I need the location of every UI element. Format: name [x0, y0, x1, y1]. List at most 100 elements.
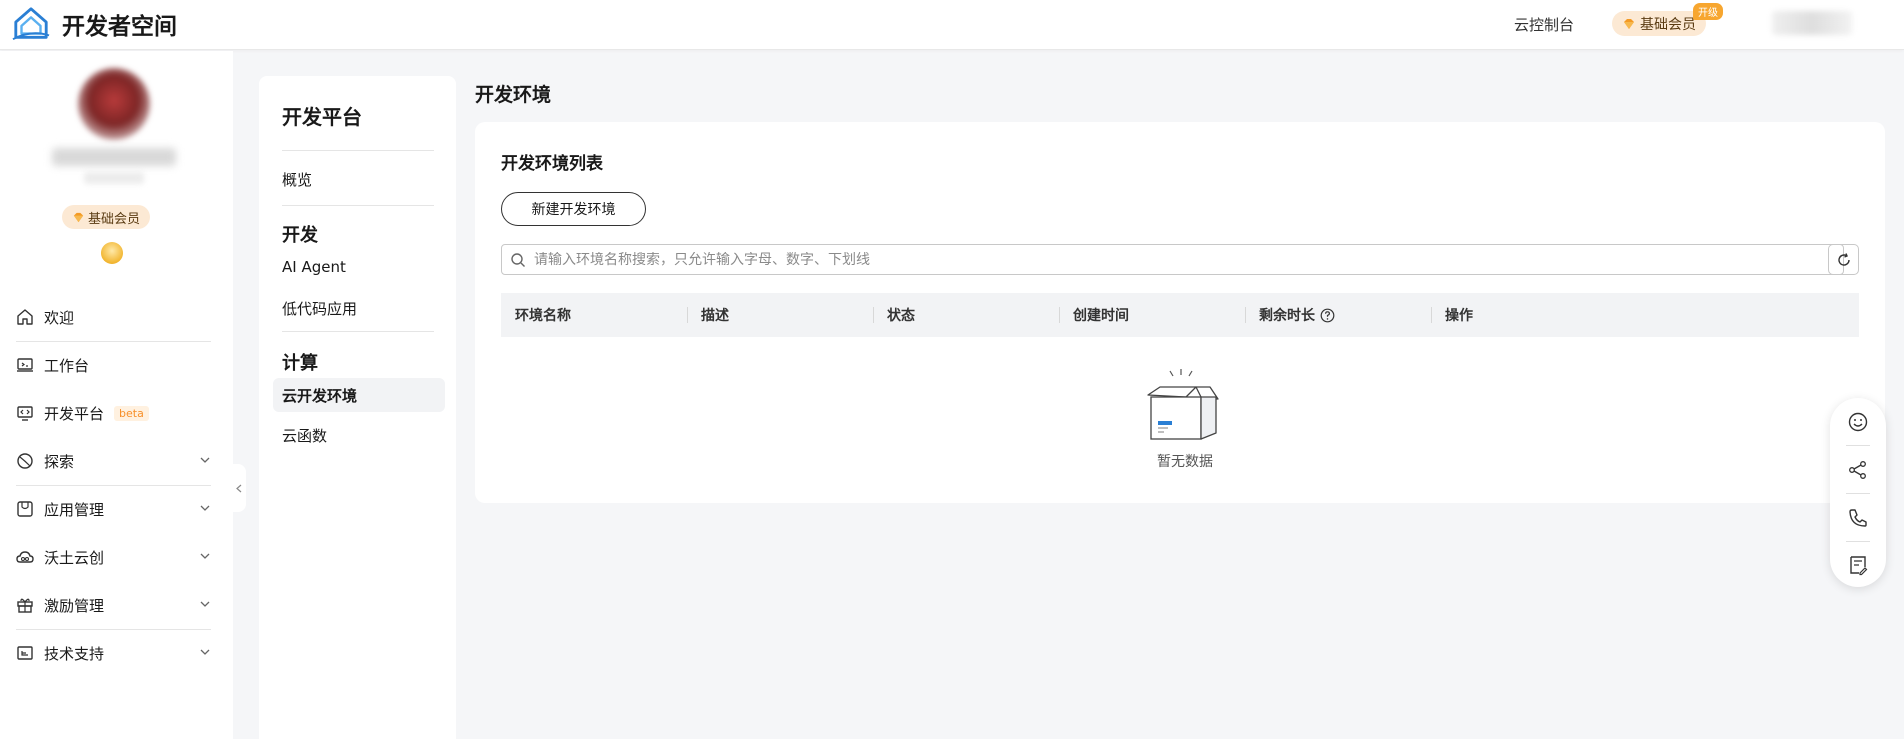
empty-box-icon	[1147, 369, 1219, 440]
sidebar-item-label: 开发平台	[44, 404, 105, 423]
column-header-label: 描述	[701, 308, 729, 324]
cloud-icon	[16, 551, 34, 563]
diamond-icon	[73, 212, 84, 222]
upgrade-tag[interactable]: 开级	[1693, 3, 1723, 20]
user-menu[interactable]	[1772, 11, 1852, 35]
share-icon	[1849, 460, 1866, 479]
nav-divider	[16, 629, 211, 630]
sidebar-item-label: 激励管理	[44, 596, 105, 615]
empty-state: 暂无数据	[1135, 367, 1235, 471]
sidebar-item-label: 探索	[44, 452, 75, 471]
subnav-item-overview[interactable]: 概览	[282, 169, 312, 190]
table-header: 环境名称 描述 状态 创建时间 剩余时长 操作	[501, 293, 1859, 337]
sidebar-member-label: 基础会员	[88, 211, 141, 227]
subnav-group-dev: 开发	[282, 225, 318, 246]
sidebar-item-support[interactable]: 技术支持	[0, 633, 233, 673]
sidebar-item-workbench[interactable]: 工作台	[0, 345, 233, 385]
column-header: 操作	[1431, 293, 1859, 337]
subnav-group-compute: 计算	[282, 353, 318, 374]
app-manage-icon	[17, 501, 33, 517]
sidebar-item-label: 沃土云创	[44, 548, 105, 567]
subnav-item-cloud-dev-env[interactable]: 云开发环境	[273, 378, 445, 412]
column-separator	[1431, 307, 1432, 323]
username	[52, 148, 176, 166]
member-badge[interactable]: 基础会员	[1612, 11, 1706, 36]
column-header-label: 剩余时长	[1259, 308, 1315, 324]
logo-text: 开发者空间	[62, 14, 177, 40]
refresh-icon	[1837, 252, 1850, 266]
beta-badge: beta	[114, 405, 149, 421]
top-bar: 开发者空间 云控制台 基础会员 开级	[0, 0, 1904, 50]
sidebar-item-welcome[interactable]: 欢迎	[0, 297, 233, 337]
subnav-panel: 开发平台 概览 开发 AI Agent 低代码应用 计算 云开发环境 云函数	[259, 76, 456, 739]
help-icon[interactable]	[1320, 308, 1335, 323]
medal-icon[interactable]	[101, 242, 123, 264]
subnav-item-cloud-function[interactable]: 云函数	[282, 425, 327, 446]
console-link[interactable]: 云控制台	[1514, 14, 1574, 35]
avatar[interactable]	[78, 68, 150, 140]
smile-button[interactable]	[1830, 398, 1886, 445]
new-env-button[interactable]: 新建开发环境	[501, 192, 646, 226]
column-header: 状态	[873, 293, 1059, 337]
sidebar-item-label: 工作台	[44, 356, 90, 375]
subnav-divider	[282, 150, 434, 151]
phone-icon	[1849, 508, 1867, 527]
subnav-item-ai-agent[interactable]: AI Agent	[282, 258, 346, 276]
smile-icon	[1848, 412, 1868, 431]
floating-toolbar	[1830, 398, 1886, 587]
user-subtitle	[84, 172, 144, 184]
share-button[interactable]	[1830, 446, 1886, 493]
column-header: 环境名称	[501, 293, 687, 337]
column-header-label: 环境名称	[515, 308, 571, 324]
chevron-down-icon	[200, 553, 210, 559]
gift-icon	[17, 598, 33, 613]
empty-text: 暂无数据	[1157, 454, 1213, 470]
logo[interactable]: 开发者空间	[12, 5, 177, 43]
column-header-label: 创建时间	[1073, 308, 1129, 324]
sidebar-item-label: 应用管理	[44, 500, 105, 519]
logo-icon	[12, 7, 50, 41]
refresh-button[interactable]	[1828, 244, 1859, 275]
subnav-divider	[282, 205, 434, 206]
subnav-title: 开发平台	[282, 105, 362, 129]
nav-divider	[16, 341, 211, 342]
column-separator	[1059, 307, 1060, 323]
column-separator	[687, 307, 688, 323]
sidebar-item-label: 欢迎	[44, 308, 75, 327]
subnav-divider	[282, 331, 434, 332]
chevron-down-icon	[200, 457, 210, 463]
sidebar-member-badge[interactable]: 基础会员	[62, 205, 151, 229]
card-title: 开发环境列表	[501, 154, 603, 174]
chevron-left-icon	[235, 484, 241, 492]
support-icon	[17, 646, 33, 660]
column-header: 创建时间	[1059, 293, 1245, 337]
page-title: 开发环境	[475, 84, 552, 106]
feedback-button[interactable]	[1830, 541, 1886, 588]
sidebar-item-explore[interactable]: 探索	[0, 441, 233, 481]
diamond-icon	[1624, 18, 1634, 29]
column-header: 剩余时长	[1245, 293, 1431, 337]
sidebar-item-label: 技术支持	[44, 644, 105, 663]
search-box	[501, 244, 1844, 275]
search-icon	[511, 252, 525, 267]
column-header-label: 状态	[887, 308, 915, 324]
column-separator	[873, 307, 874, 323]
column-header: 描述	[687, 293, 873, 337]
sidebar: 基础会员 欢迎 工作台 开发平台 beta 探索 应用管理 沃土云创 激励管理 …	[0, 51, 233, 739]
sidebar-collapse-button[interactable]	[232, 464, 246, 512]
explore-icon	[17, 453, 33, 469]
devplatform-icon	[17, 406, 33, 421]
column-separator	[1245, 307, 1246, 323]
search-input[interactable]	[534, 251, 1734, 268]
feedback-icon	[1850, 555, 1868, 575]
phone-button[interactable]	[1830, 494, 1886, 541]
sidebar-item-app-manage[interactable]: 应用管理	[0, 489, 233, 529]
chevron-down-icon	[200, 649, 210, 655]
subnav-item-lowcode[interactable]: 低代码应用	[282, 298, 357, 319]
chevron-down-icon	[200, 601, 210, 607]
sidebar-item-cloud[interactable]: 沃土云创	[0, 537, 233, 577]
sidebar-item-incentive[interactable]: 激励管理	[0, 585, 233, 625]
chevron-down-icon	[200, 505, 210, 511]
sidebar-item-devplatform[interactable]: 开发平台 beta	[0, 393, 233, 433]
column-header-label: 操作	[1445, 308, 1473, 324]
